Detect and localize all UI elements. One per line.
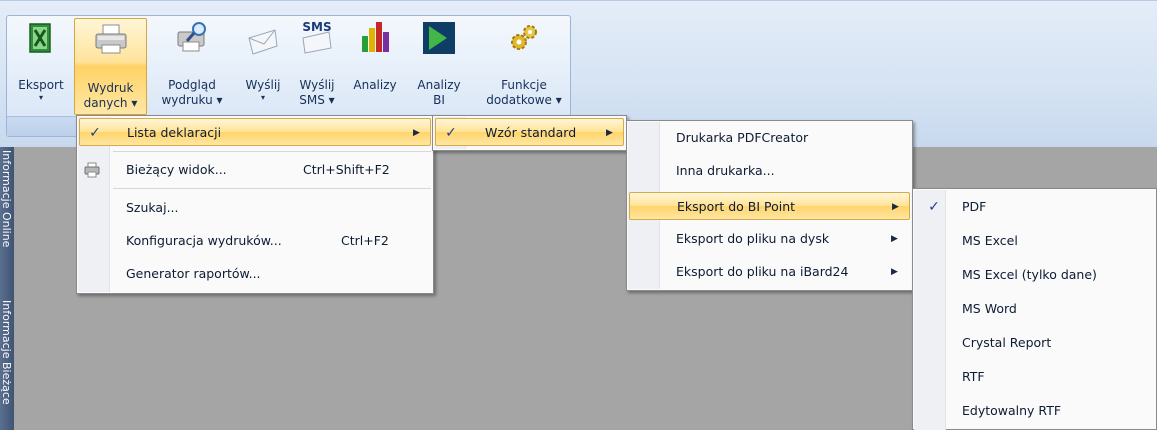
envelope-icon <box>248 29 278 55</box>
menu-item-crystal-report[interactable]: Crystal Report <box>915 329 1154 357</box>
check-icon: ✓ <box>89 125 101 141</box>
podglad-wydruku-button[interactable]: Podgląd wydruku ▾ <box>150 20 234 114</box>
sms-badge: SMS <box>302 20 331 34</box>
menu-item-konfiguracja-wydrukow[interactable]: Konfiguracja wydruków... Ctrl+F2 <box>79 227 431 255</box>
printer-small-icon <box>84 162 100 178</box>
menu-item-rtf[interactable]: RTF <box>915 363 1154 391</box>
menu-item-eksport-ibard24[interactable]: Eksport do pliku na iBard24 ▶ <box>629 258 910 286</box>
wydruk-danych-button[interactable]: Wydruk danych ▾ <box>74 18 147 115</box>
menu-item-edytowalny-rtf[interactable]: Edytowalny RTF <box>915 397 1154 425</box>
menu-item-drukarka-pdfcreator[interactable]: Drukarka PDFCreator <box>629 124 910 152</box>
menu-item-ms-word[interactable]: MS Word <box>915 295 1154 323</box>
bi-point-format-submenu: ✓ PDF MS Excel MS Excel (tylko dane) MS … <box>912 188 1157 430</box>
analizy-button[interactable]: Analizy <box>344 20 406 114</box>
menu-item-generator-raportow[interactable]: Generator raportów... <box>79 260 431 288</box>
eksport-button[interactable]: Eksport ▾ <box>12 20 70 114</box>
sms-envelope-icon: SMS <box>302 20 332 54</box>
funkcje-dodatkowe-button[interactable]: Funkcje dodatkowe ▾ <box>480 20 568 114</box>
bi-point-icon <box>423 22 455 54</box>
check-icon: ✓ <box>928 199 940 215</box>
menu-separator <box>113 151 431 152</box>
check-icon: ✓ <box>445 125 457 141</box>
gears-icon <box>511 25 537 50</box>
print-menu: ✓ Lista deklaracji ▶ Bieżący widok... Ct… <box>76 115 434 294</box>
print-preview-icon <box>177 22 206 52</box>
wzor-standard-submenu: Drukarka PDFCreator Inna drukarka... Eks… <box>626 120 913 291</box>
excel-icon <box>29 23 51 53</box>
submenu-arrow-icon: ▶ <box>606 128 613 138</box>
menu-separator <box>113 188 431 189</box>
submenu-arrow-icon: ▶ <box>891 234 898 244</box>
menu-item-szukaj[interactable]: Szukaj... <box>79 194 431 222</box>
submenu-arrow-icon: ▶ <box>413 128 420 138</box>
menu-item-pdf[interactable]: ✓ PDF <box>915 193 1154 221</box>
menu-item-wzor-standard[interactable]: ✓ Wzór standard ▶ <box>435 118 624 146</box>
lista-deklaracji-submenu: ✓ Wzór standard ▶ <box>432 115 627 151</box>
menu-item-eksport-dysk[interactable]: Eksport do pliku na dysk ▶ <box>629 225 910 253</box>
submenu-arrow-icon: ▶ <box>891 267 898 277</box>
wyslij-sms-button[interactable]: SMS Wyślij SMS ▾ <box>294 20 340 114</box>
submenu-arrow-icon: ▶ <box>892 202 899 212</box>
menu-item-biezacy-widok[interactable]: Bieżący widok... Ctrl+Shift+F2 <box>79 156 431 184</box>
printer-icon <box>95 24 126 54</box>
bar-chart-icon <box>362 22 389 52</box>
analizy-bi-button[interactable]: Analizy BI <box>412 20 466 114</box>
menu-item-lista-deklaracji[interactable]: ✓ Lista deklaracji ▶ <box>79 118 431 146</box>
tab-informacje-biezace[interactable]: Informacje Bieżące <box>0 300 14 430</box>
wyslij-button[interactable]: Wyślij ▾ <box>238 20 288 114</box>
ribbon-top-border <box>0 0 1157 1</box>
menu-item-inna-drukarka[interactable]: Inna drukarka... <box>629 157 910 185</box>
tab-informacje-online[interactable]: Informacje Online <box>0 150 14 290</box>
menu-item-eksport-bi-point[interactable]: Eksport do BI Point ▶ <box>629 192 910 220</box>
menu-item-ms-excel-tylko-dane[interactable]: MS Excel (tylko dane) <box>915 261 1154 289</box>
menu-item-ms-excel[interactable]: MS Excel <box>915 227 1154 255</box>
